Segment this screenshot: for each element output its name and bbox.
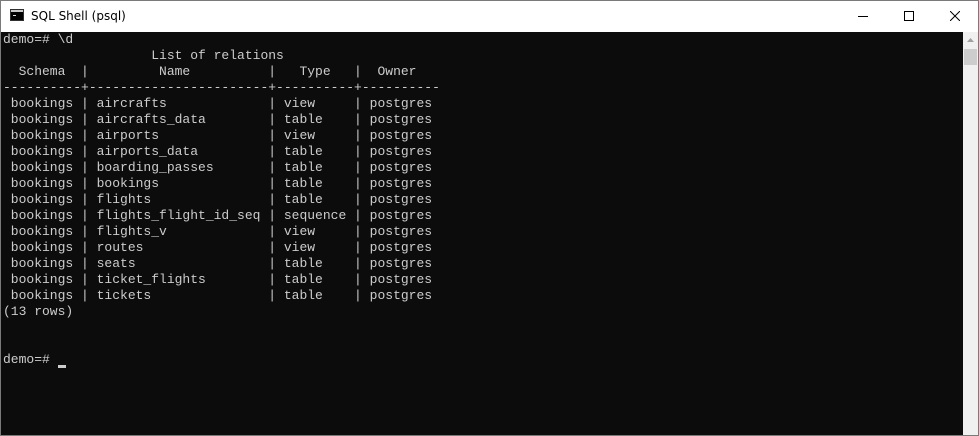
- terminal-line: bookings | ticket_flights | table | post…: [3, 272, 433, 287]
- terminal-line: bookings | aircrafts_data | table | post…: [3, 112, 433, 127]
- text-cursor: [58, 365, 66, 368]
- terminal-line: ----------+-----------------------+-----…: [3, 80, 440, 95]
- scrollbar-thumb[interactable]: [964, 49, 977, 65]
- minimize-button[interactable]: [840, 1, 886, 31]
- terminal-line: Schema | Name | Type | Owner: [3, 64, 417, 79]
- terminal-line: bookings | tickets | table | postgres: [3, 288, 433, 303]
- terminal-line: bookings | bookings | table | postgres: [3, 176, 433, 191]
- terminal-line: bookings | flights | table | postgres: [3, 192, 433, 207]
- terminal-line: bookings | airports | view | postgres: [3, 128, 433, 143]
- terminal-output[interactable]: demo=# \d List of relations Schema | Nam…: [1, 32, 963, 435]
- terminal-line: demo=# \d: [3, 32, 74, 47]
- minimize-icon: [858, 16, 868, 17]
- vertical-scrollbar[interactable]: [963, 32, 978, 435]
- close-icon: [950, 11, 960, 21]
- title-bar[interactable]: SQL Shell (psql): [1, 1, 978, 31]
- terminal-line: bookings | aircrafts | view | postgres: [3, 96, 433, 111]
- terminal-line: bookings | flights_v | view | postgres: [3, 224, 433, 239]
- terminal-line: bookings | airports_data | table | postg…: [3, 144, 433, 159]
- scroll-up-arrow-icon: [967, 38, 974, 42]
- terminal-line: bookings | flights_flight_id_seq | seque…: [3, 208, 433, 223]
- terminal-line: bookings | seats | table | postgres: [3, 256, 433, 271]
- terminal-line: bookings | boarding_passes | table | pos…: [3, 160, 433, 175]
- terminal-line: bookings | routes | view | postgres: [3, 240, 433, 255]
- terminal-line: List of relations: [3, 48, 284, 63]
- maximize-button[interactable]: [886, 1, 932, 31]
- console-icon: [10, 9, 24, 21]
- window-title: SQL Shell (psql): [31, 9, 126, 23]
- sql-shell-window: SQL Shell (psql) demo=# \d List of relat…: [0, 0, 979, 436]
- scroll-up-button[interactable]: [963, 32, 978, 48]
- maximize-icon: [904, 11, 914, 21]
- terminal-prompt[interactable]: demo=#: [3, 352, 58, 368]
- close-button[interactable]: [932, 1, 978, 31]
- terminal-line: (13 rows): [3, 304, 74, 319]
